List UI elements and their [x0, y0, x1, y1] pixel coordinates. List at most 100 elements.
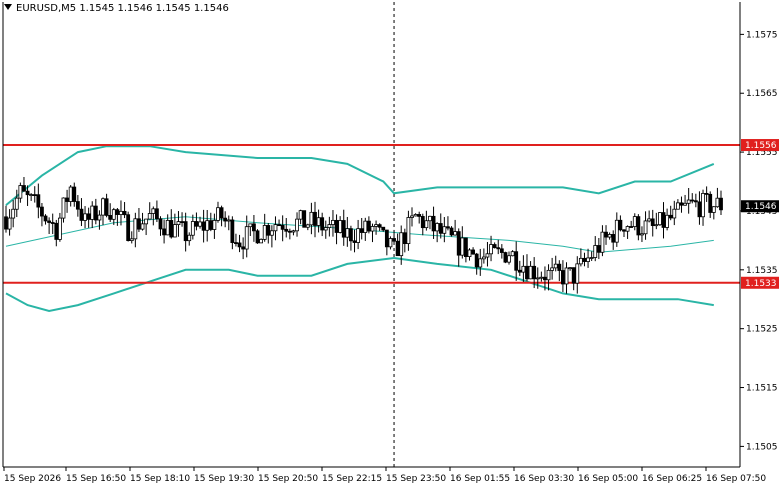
- candle: [252, 214, 256, 242]
- candle: [578, 248, 583, 267]
- candle: [334, 214, 339, 245]
- candle: [352, 229, 357, 253]
- candle-body-bear: [690, 199, 695, 202]
- candle-body-bear: [604, 231, 608, 238]
- x-tick-label: 15 Sep 19:30: [194, 474, 254, 484]
- candle-body-bear: [449, 227, 454, 236]
- candle: [356, 219, 361, 250]
- candle: [190, 214, 195, 240]
- candle-body-bull: [363, 220, 368, 233]
- candle-body-bull: [711, 206, 716, 213]
- horizontal-levels: [3, 2, 740, 467]
- candle-body-bear: [255, 230, 260, 244]
- candle: [72, 182, 77, 207]
- candle: [366, 216, 371, 234]
- candle: [169, 209, 174, 239]
- candle: [388, 236, 393, 250]
- chart-svg[interactable]: 1.15751.15651.15551.15451.15351.15251.15…: [0, 0, 781, 489]
- candle: [417, 211, 422, 224]
- candle: [345, 216, 350, 247]
- candle-body-bear: [162, 228, 166, 236]
- candle: [438, 213, 443, 239]
- candle: [262, 213, 267, 242]
- candle-body-bear: [50, 222, 55, 224]
- candle: [525, 254, 529, 282]
- candle-body-bull: [262, 225, 267, 240]
- candle-body-bull: [643, 220, 648, 235]
- candle: [126, 211, 131, 242]
- candle-body-bear: [384, 229, 389, 248]
- candle-body-bear: [43, 215, 48, 222]
- candle-body-bull: [632, 216, 637, 227]
- candle-body-bear: [629, 226, 634, 228]
- candle-body-bull: [144, 218, 149, 225]
- candle: [701, 189, 705, 226]
- candle-body-bull: [338, 220, 343, 233]
- candle-body-bear: [287, 230, 292, 233]
- candle: [625, 225, 630, 239]
- candle-body-bull: [665, 214, 670, 228]
- candle: [11, 200, 16, 228]
- candle-body-bear: [349, 228, 353, 242]
- candle-body-bear: [611, 234, 616, 243]
- candle-body-bull: [546, 269, 551, 281]
- candle: [104, 193, 109, 218]
- candle-body-bull: [586, 257, 590, 262]
- candle-body-bear: [22, 185, 26, 192]
- candle: [521, 255, 526, 282]
- x-tick-label: 15 Sep 2026: [4, 474, 61, 484]
- candle: [327, 216, 332, 237]
- candle-body-bear: [499, 248, 504, 253]
- candle-body-bear: [582, 257, 587, 262]
- candle-body-bull: [654, 224, 659, 227]
- candle-body-bear: [201, 221, 206, 231]
- candle-body-bull: [539, 276, 544, 279]
- candle-body-bull: [269, 230, 274, 236]
- candle: [460, 226, 465, 259]
- candle-body-bear: [719, 197, 723, 211]
- candle-body-bull: [147, 213, 152, 220]
- candle: [571, 267, 576, 291]
- candle-body-bull: [172, 224, 177, 238]
- candle-body-bear: [532, 265, 537, 280]
- candle: [499, 244, 504, 259]
- candle: [57, 212, 62, 242]
- candle-body-bull: [683, 202, 687, 206]
- candle: [708, 191, 713, 218]
- candle: [248, 223, 253, 237]
- candle: [47, 217, 52, 234]
- candle: [675, 199, 680, 210]
- candle: [539, 271, 544, 282]
- candle-body-bull: [374, 224, 378, 227]
- candle: [40, 202, 44, 227]
- candle: [478, 248, 483, 276]
- candle: [604, 225, 608, 245]
- chart-window[interactable]: 1.15751.15651.15551.15451.15351.15251.15…: [0, 0, 781, 489]
- candle-body-bull: [701, 193, 705, 218]
- candle-body-bull: [528, 265, 533, 280]
- candle: [205, 209, 210, 242]
- candle: [517, 260, 522, 277]
- candle: [140, 212, 145, 231]
- candle-body-bull: [187, 234, 192, 242]
- x-tick-label: 15 Sep 22:15: [322, 474, 382, 484]
- candle-body-bear: [313, 211, 317, 226]
- candle: [266, 222, 271, 244]
- candle: [230, 216, 235, 250]
- candle-body-bear: [104, 198, 109, 216]
- candle: [690, 193, 695, 204]
- candle: [108, 203, 113, 223]
- candle: [359, 217, 364, 240]
- candle-body-bear: [234, 242, 238, 244]
- candle: [632, 213, 637, 231]
- candle: [320, 212, 325, 237]
- candle: [586, 248, 590, 268]
- candle: [144, 218, 149, 236]
- candle-body-bull: [715, 197, 720, 208]
- candle: [665, 208, 670, 231]
- dropdown-arrow-icon[interactable]: [4, 4, 12, 10]
- candle: [658, 212, 662, 226]
- candle-body-bear: [503, 252, 508, 263]
- candle-body-bear: [183, 221, 188, 242]
- candle-body-bull: [327, 224, 332, 228]
